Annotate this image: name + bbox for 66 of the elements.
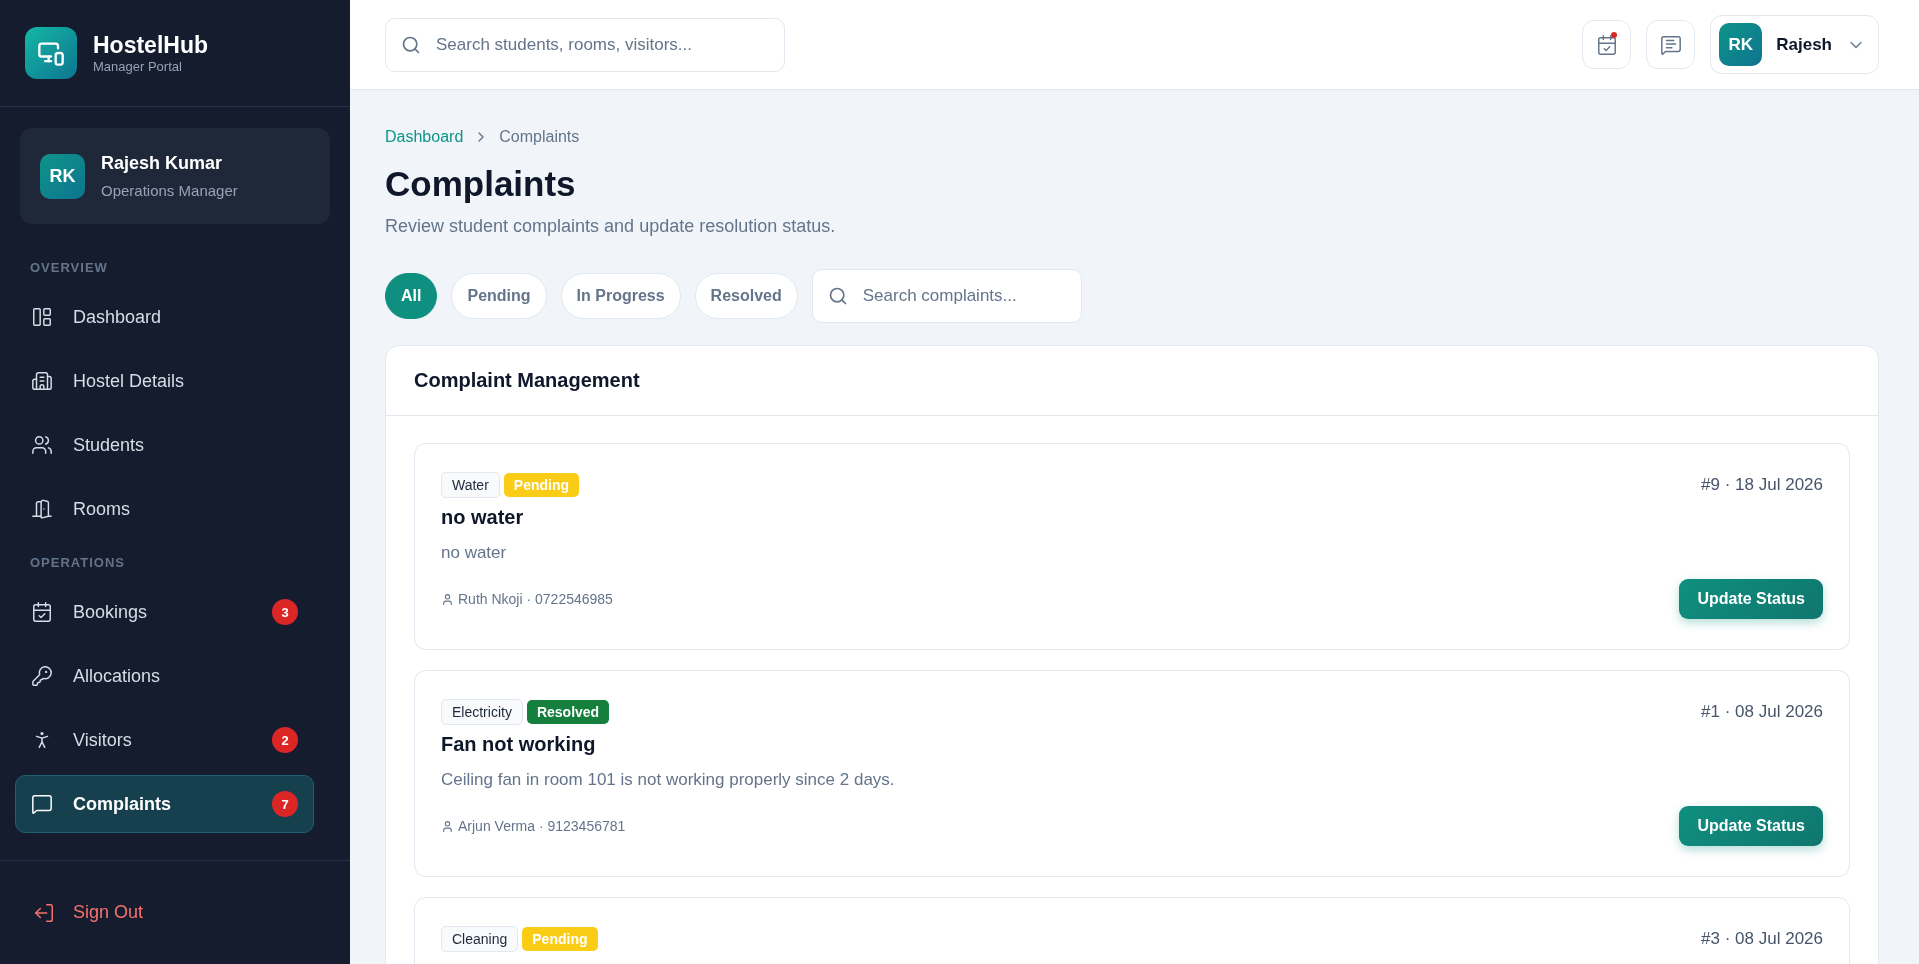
brand-subtitle: Manager Portal	[93, 59, 183, 74]
nav-section-label: OPERATIONS	[29, 554, 126, 572]
update-status-button[interactable]: Update Status	[1679, 806, 1823, 846]
user-menu-button[interactable]: RK Rajesh	[1710, 15, 1879, 74]
complaint-reference: #3 · 08 Jul 2026	[1701, 929, 1823, 949]
user-icon	[441, 592, 454, 606]
complaint-title: no water	[441, 506, 525, 529]
page-title: Complaints	[385, 164, 577, 204]
status-badge: Pending	[522, 927, 598, 951]
page-subtitle: Review student complaints and update resolution status.	[385, 216, 837, 237]
nav-item[interactable]: Visitors 2	[15, 711, 314, 769]
calendar-check-icon	[1595, 33, 1618, 56]
search-icon	[827, 286, 848, 306]
message-icon	[31, 793, 53, 815]
calendar-button[interactable]	[1582, 20, 1632, 69]
building-icon	[31, 370, 53, 392]
nav-item[interactable]: Dashboard	[15, 288, 314, 346]
profile-role: Operations Manager	[101, 182, 238, 199]
complaint-description: Ceiling fan in room 101 is not working properly since 2 days.	[441, 770, 896, 790]
nav-item[interactable]: Bookings 3	[15, 583, 314, 641]
category-tag: Water	[441, 472, 500, 498]
nav-item[interactable]: Rooms	[15, 480, 314, 538]
messages-button[interactable]	[1646, 20, 1696, 69]
category-tag: Cleaning	[441, 926, 519, 952]
breadcrumb-current: Complaints	[499, 128, 580, 146]
filter-chip[interactable]: In Progress	[560, 273, 681, 319]
nav-item[interactable]: Complaints 7	[15, 775, 314, 833]
profile-name: Rajesh Kumar	[101, 153, 224, 174]
filter-chip[interactable]: Pending	[451, 273, 547, 319]
nav-section-label: OVERVIEW	[29, 259, 109, 277]
dashboard-icon	[31, 306, 53, 328]
reporter-info: Ruth Nkoji · 0722546985	[441, 591, 613, 607]
sign-out-icon	[33, 901, 55, 924]
status-badge: Resolved	[526, 700, 610, 724]
search-field[interactable]: Search complaints...	[811, 269, 1082, 323]
status-badge: Pending	[503, 473, 580, 497]
avatar: RK	[1719, 23, 1763, 66]
filter-chip[interactable]: All	[385, 273, 438, 319]
door-icon	[31, 498, 53, 520]
avatar: RK	[40, 153, 85, 199]
nav-item[interactable]: Students	[15, 416, 314, 474]
complaint-description: no water	[441, 543, 508, 563]
count-badge: 7	[272, 791, 298, 817]
logo-icon	[25, 27, 77, 79]
update-status-button[interactable]: Update Status	[1679, 579, 1823, 619]
count-badge: 2	[272, 727, 298, 753]
sign-out-button[interactable]: Sign Out	[33, 901, 144, 924]
nav-item[interactable]: Hostel Details	[15, 352, 314, 410]
key-icon	[31, 665, 53, 687]
complaint-reference: #1 · 08 Jul 2026	[1701, 702, 1823, 722]
complaint-reference: #9 · 18 Jul 2026	[1701, 475, 1823, 495]
brand-name: HostelHub	[93, 32, 208, 59]
message-icon	[1659, 33, 1682, 56]
complaint-title: Fan not working	[441, 733, 597, 756]
count-badge: 3	[272, 599, 298, 625]
user-name: Rajesh	[1776, 34, 1832, 55]
nav-item[interactable]: Allocations	[15, 647, 314, 705]
category-tag: Electricity	[441, 699, 523, 725]
filter-chip[interactable]: Resolved	[694, 273, 798, 319]
reporter-info: Arjun Verma · 9123456781	[441, 818, 626, 834]
users-icon	[31, 434, 53, 456]
panel-title: Complaint Management	[414, 369, 640, 392]
calendar-check-icon	[31, 601, 53, 623]
user-icon	[441, 819, 454, 833]
search-field[interactable]: Search students, rooms, visitors...	[385, 17, 785, 72]
search-icon	[401, 34, 421, 55]
